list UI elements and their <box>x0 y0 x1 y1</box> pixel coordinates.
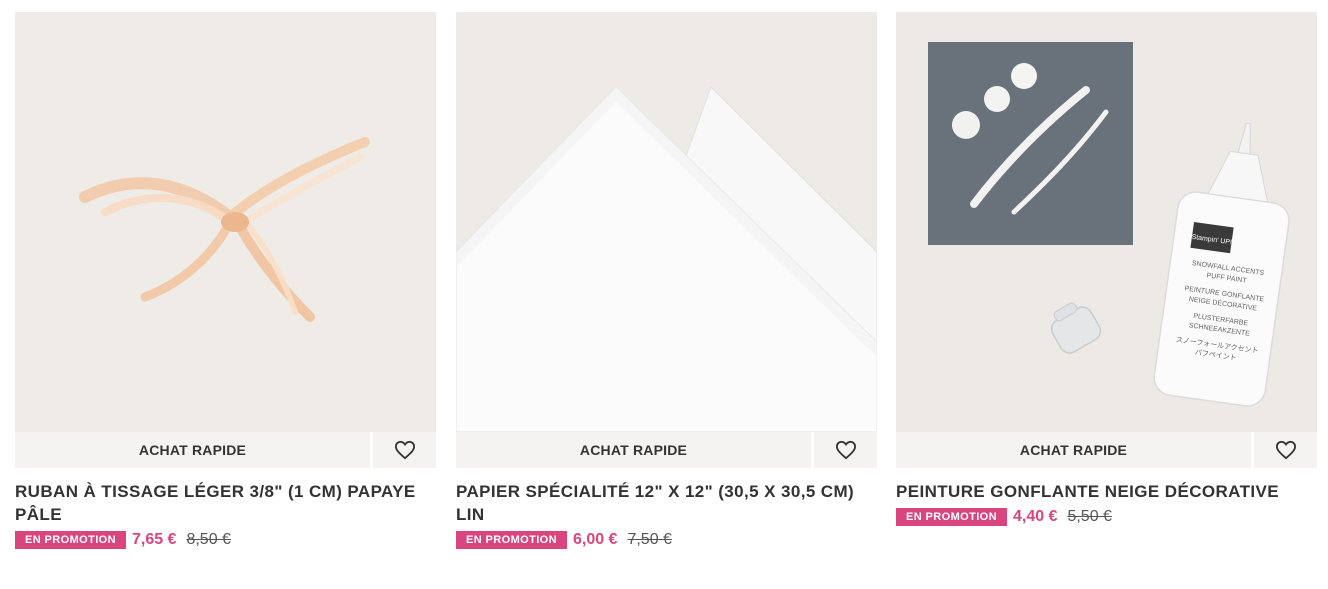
product-title[interactable]: PAPIER SPÉCIALITÉ 12" X 12" (30,5 X 30,5… <box>456 480 877 526</box>
heart-icon <box>1275 440 1296 460</box>
product-title[interactable]: PEINTURE GONFLANTE NEIGE DÉCORATIVE <box>896 480 1317 503</box>
promo-badge: EN PROMOTION <box>15 531 126 549</box>
promo-badge: EN PROMOTION <box>456 531 567 549</box>
original-price: 7,50 € <box>627 531 672 548</box>
quick-buy-button[interactable]: ACHAT RAPIDE <box>15 432 370 468</box>
ribbon-bow-image[interactable] <box>15 12 436 432</box>
product-card: Stampin' UP! SNOWFALL ACCENTS PUFF PAINT… <box>896 12 1317 527</box>
original-price: 5,50 € <box>1067 508 1112 525</box>
puff-paint-bottle-image[interactable]: Stampin' UP! SNOWFALL ACCENTS PUFF PAINT… <box>896 12 1317 432</box>
quick-action-bar: ACHAT RAPIDE <box>896 432 1317 468</box>
sale-price: 6,00 € <box>572 531 618 548</box>
product-title[interactable]: RUBAN À TISSAGE LÉGER 3/8" (1 CM) PAPAYE… <box>15 480 436 526</box>
heart-icon <box>835 440 856 460</box>
promo-badge: EN PROMOTION <box>896 508 1007 526</box>
price-row: EN PROMOTION 4,40 € 5,50 € <box>896 507 1317 527</box>
quick-buy-button[interactable]: ACHAT RAPIDE <box>456 432 811 468</box>
original-price: 8,50 € <box>186 531 231 548</box>
heart-icon <box>394 440 415 460</box>
paper-illustration <box>456 12 877 432</box>
quick-action-bar: ACHAT RAPIDE <box>15 432 436 468</box>
product-card: ACHAT RAPIDE RUBAN À TISSAGE LÉGER 3/8" … <box>15 12 436 550</box>
price-row: EN PROMOTION 7,65 € 8,50 € <box>15 530 436 550</box>
quick-buy-button[interactable]: ACHAT RAPIDE <box>896 432 1251 468</box>
white-paper-image[interactable] <box>456 12 877 432</box>
wishlist-button[interactable] <box>1254 432 1317 468</box>
quick-action-bar: ACHAT RAPIDE <box>456 432 877 468</box>
price-row: EN PROMOTION 6,00 € 7,50 € <box>456 530 877 550</box>
product-grid: ACHAT RAPIDE RUBAN À TISSAGE LÉGER 3/8" … <box>0 0 1328 589</box>
sale-price: 4,40 € <box>1012 508 1058 525</box>
sale-price: 7,65 € <box>131 531 177 548</box>
wishlist-button[interactable] <box>814 432 877 468</box>
ribbon-illustration <box>15 12 436 432</box>
puff-paint-illustration: Stampin' UP! SNOWFALL ACCENTS PUFF PAINT… <box>896 12 1317 432</box>
wishlist-button[interactable] <box>373 432 436 468</box>
product-card: ACHAT RAPIDE PAPIER SPÉCIALITÉ 12" X 12"… <box>456 12 877 550</box>
